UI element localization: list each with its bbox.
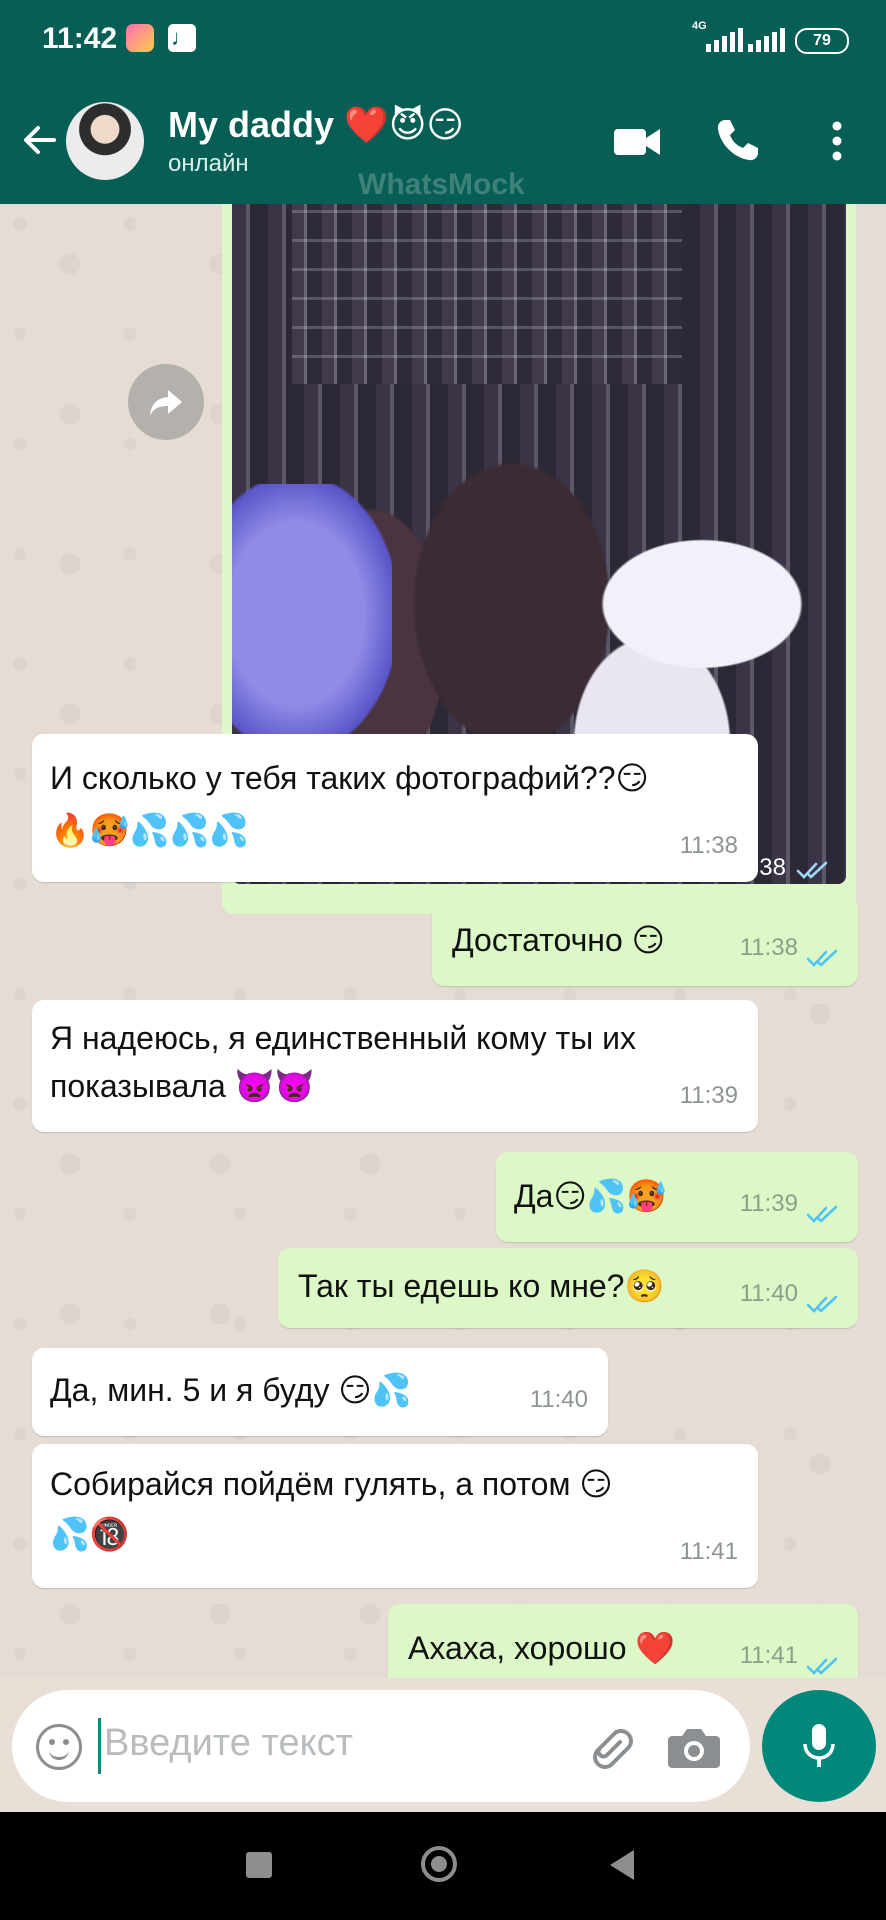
message-time: 11:40	[739, 1280, 798, 1307]
arrow-left-icon[interactable]	[18, 118, 62, 162]
message-time: 11:38	[679, 832, 738, 859]
system-nav-bar	[0, 1812, 886, 1920]
chat-area[interactable]: 11:38 И сколько у тебя таких фотографий?…	[0, 204, 886, 1678]
emoji-icon[interactable]	[36, 1724, 82, 1770]
contact-name[interactable]: My daddy ❤️😈😏	[168, 104, 464, 146]
forward-icon	[150, 390, 182, 416]
more-vertical-icon[interactable]	[810, 114, 864, 168]
status-time: 11:42	[42, 22, 118, 55]
battery-icon: 79	[795, 28, 849, 54]
status-bar: 11:42 ♩ 4G 79	[0, 0, 886, 78]
incoming-message[interactable]: Собирайся пойдём гулять, а потом 😏 💦🔞 11…	[32, 1444, 758, 1588]
text-cursor	[98, 1718, 101, 1774]
message-time: 11:39	[739, 1190, 798, 1217]
camera-icon[interactable]	[666, 1722, 722, 1772]
message-time: 11:40	[529, 1386, 588, 1413]
message-text: Ахаха, хорошо ❤️	[408, 1630, 676, 1666]
incoming-message[interactable]: Да, мин. 5 и я буду 😏💦 11:40	[32, 1348, 608, 1436]
network-type: 4G	[692, 20, 707, 32]
watermark: WhatsMock	[358, 168, 525, 201]
chat-header: My daddy ❤️😈😏 онлайн WhatsMock	[0, 78, 886, 204]
read-receipt-icon	[806, 1657, 838, 1675]
incoming-message[interactable]: Я надеюсь, я единственный кому ты их пок…	[32, 1000, 758, 1132]
message-composer: Введите текст	[12, 1690, 750, 1802]
likee-app-icon	[126, 24, 154, 52]
avatar[interactable]	[66, 102, 144, 180]
back-triangle-icon[interactable]	[610, 1850, 634, 1880]
contact-status: онлайн	[168, 150, 249, 177]
paperclip-icon[interactable]	[582, 1718, 638, 1774]
home-icon[interactable]	[421, 1846, 457, 1882]
message-time: 11:41	[739, 1642, 798, 1669]
message-input[interactable]: Введите текст	[104, 1722, 353, 1765]
message-text: показывала 👿👿	[50, 1068, 315, 1104]
video-call-icon[interactable]	[610, 114, 664, 168]
message-text: 💦🔞	[50, 1516, 130, 1552]
outgoing-message[interactable]: Достаточно 😏 11:38	[432, 896, 858, 986]
outgoing-message[interactable]: Да😏💦🥵 11:39	[496, 1152, 858, 1242]
message-time: 11:39	[679, 1082, 738, 1109]
message-text: И сколько у тебя таких фотографий??😏	[50, 760, 649, 796]
mic-icon	[803, 1724, 835, 1767]
read-receipt-icon	[796, 861, 828, 879]
message-text: Достаточно 😏	[452, 922, 665, 958]
message-time: 11:41	[679, 1538, 738, 1565]
outgoing-message[interactable]: Ахаха, хорошо ❤️ 11:41	[388, 1604, 858, 1678]
signal-icon	[706, 28, 743, 52]
forward-button[interactable]	[128, 364, 204, 440]
message-text: Да😏💦🥵	[514, 1178, 667, 1214]
message-text: Я надеюсь, я единственный кому ты их	[50, 1020, 636, 1056]
music-app-icon: ♩	[168, 24, 196, 52]
incoming-message[interactable]: И сколько у тебя таких фотографий??😏 🔥🥵💦…	[32, 734, 758, 882]
message-text: Так ты едешь ко мне?🥺	[298, 1268, 665, 1304]
message-text: 🔥🥵💦💦💦	[50, 812, 250, 848]
read-receipt-icon	[806, 949, 838, 967]
signal-icon	[748, 28, 785, 52]
outgoing-message[interactable]: Так ты едешь ко мне?🥺 11:40	[278, 1248, 858, 1328]
message-text: Да, мин. 5 и я буду 😏💦	[50, 1372, 412, 1408]
read-receipt-icon	[806, 1295, 838, 1313]
message-text: Собирайся пойдём гулять, а потом 😏	[50, 1466, 613, 1502]
phone-icon[interactable]	[710, 114, 764, 168]
recents-icon[interactable]	[246, 1852, 272, 1878]
read-receipt-icon	[806, 1205, 838, 1223]
message-time: 11:38	[739, 934, 798, 961]
voice-message-button[interactable]	[762, 1690, 876, 1802]
